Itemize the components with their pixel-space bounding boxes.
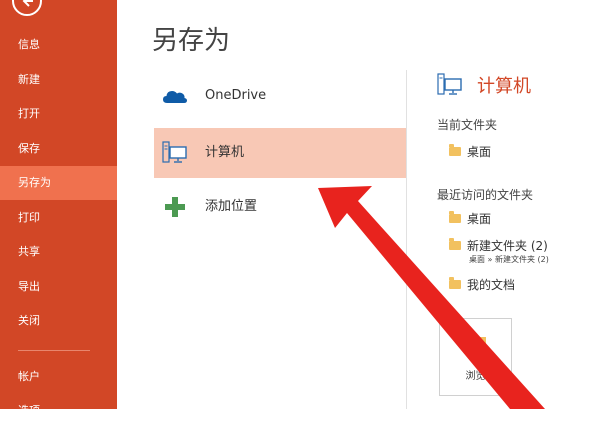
folder-name: 我的文档 xyxy=(467,278,516,292)
back-arrow-icon xyxy=(22,0,33,7)
onedrive-cloud-icon xyxy=(163,91,187,103)
sidebar-item-new[interactable]: 新建 xyxy=(0,63,117,97)
folder-icon xyxy=(449,211,461,223)
sidebar-item-open[interactable]: 打开 xyxy=(0,97,117,131)
recent-folder-item[interactable]: 我的文档 xyxy=(449,276,515,293)
sidebar-item-account[interactable]: 帐户 xyxy=(0,360,117,394)
backstage-main: 另存为 OneDrive 计算机 添加位置 计算机 当前文件夹 桌面 最近访问的… xyxy=(117,0,600,409)
recent-folder-item[interactable]: 新建文件夹 (2) 桌面 » 新建文件夹 (2) xyxy=(449,237,549,265)
location-label: 计算机 xyxy=(205,145,245,160)
current-folder-item[interactable]: 桌面 xyxy=(449,143,491,160)
recent-folders-label: 最近访问的文件夹 xyxy=(437,188,534,202)
folder-icon xyxy=(466,337,486,352)
page-title: 另存为 xyxy=(152,26,231,56)
folder-name: 桌面 xyxy=(467,145,492,159)
current-folder-label: 当前文件夹 xyxy=(437,118,498,132)
location-label: OneDrive xyxy=(205,88,267,103)
sidebar-item-print[interactable]: 打印 xyxy=(0,201,117,235)
back-button[interactable] xyxy=(12,0,42,16)
location-label: 添加位置 xyxy=(205,199,258,214)
folder-name: 新建文件夹 (2) xyxy=(467,239,548,253)
browse-button[interactable]: 浏览 xyxy=(439,318,512,396)
sidebar-item-share[interactable]: 共享 xyxy=(0,235,117,269)
sidebar-divider xyxy=(18,350,90,351)
folder-name: 桌面 xyxy=(467,212,492,226)
browse-label: 浏览 xyxy=(465,371,486,382)
location-computer[interactable]: 计算机 xyxy=(154,128,407,178)
location-add-place[interactable]: 添加位置 xyxy=(154,182,407,232)
computer-icon xyxy=(162,141,187,163)
sidebar-item-save-as[interactable]: 另存为 xyxy=(0,166,117,200)
folder-icon xyxy=(449,144,461,156)
sidebar-item-close[interactable]: 关闭 xyxy=(0,304,117,338)
folder-icon xyxy=(449,277,461,289)
computer-icon xyxy=(437,73,462,95)
panel-divider xyxy=(406,70,407,409)
location-onedrive[interactable]: OneDrive xyxy=(154,71,407,121)
recent-folder-item[interactable]: 桌面 xyxy=(449,210,491,227)
sidebar-item-export[interactable]: 导出 xyxy=(0,270,117,304)
right-panel-heading: 计算机 xyxy=(477,76,531,97)
sidebar-item-save[interactable]: 保存 xyxy=(0,132,117,166)
sidebar-item-options[interactable]: 选项 xyxy=(0,394,117,428)
folder-path: 桌面 » 新建文件夹 (2) xyxy=(469,255,549,264)
folder-icon xyxy=(449,238,461,250)
plus-icon xyxy=(165,197,185,217)
sidebar-item-info[interactable]: 信息 xyxy=(0,28,117,62)
backstage-sidebar: 信息 新建 打开 保存 另存为 打印 共享 导出 关闭 帐户 选项 xyxy=(0,0,117,417)
